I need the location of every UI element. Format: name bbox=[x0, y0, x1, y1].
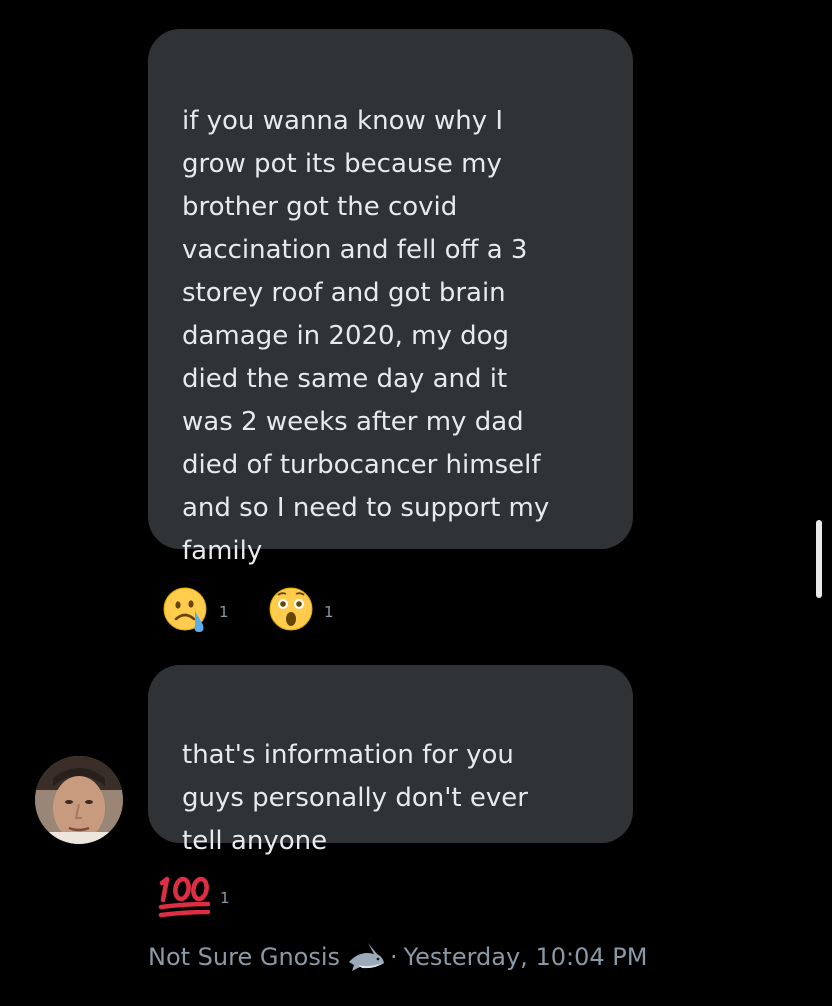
reaction-count: 1 bbox=[324, 603, 334, 621]
reaction-hundred[interactable]: 1 bbox=[156, 873, 230, 919]
reaction-count: 1 bbox=[219, 603, 229, 621]
meta-separator: · bbox=[390, 943, 398, 971]
reaction-surprised[interactable]: 1 bbox=[264, 583, 334, 637]
reaction-count: 1 bbox=[220, 889, 230, 907]
message-bubble[interactable]: that's information for you guys personal… bbox=[148, 665, 633, 856]
reaction-crying[interactable]: 1 bbox=[159, 583, 229, 637]
avatar[interactable] bbox=[35, 756, 123, 844]
surprised-face-icon bbox=[269, 587, 313, 631]
sender-name[interactable]: Not Sure Gnosis bbox=[148, 943, 340, 971]
message-text: if you wanna know why I grow pot its bec… bbox=[182, 106, 550, 566]
message-meta: Not Sure Gnosis · Yesterday, 10:04 PM bbox=[148, 940, 647, 974]
message-text: that's information for you guys personal… bbox=[182, 740, 528, 856]
shark-icon bbox=[349, 943, 385, 971]
message-bubble[interactable]: if you wanna know why I grow pot its bec… bbox=[148, 29, 633, 566]
avatar-image bbox=[35, 756, 123, 844]
crying-face-icon bbox=[163, 587, 207, 632]
message-timestamp: Yesterday, 10:04 PM bbox=[403, 943, 648, 971]
hundred-points-icon bbox=[158, 876, 211, 918]
scrollbar[interactable] bbox=[816, 520, 822, 598]
